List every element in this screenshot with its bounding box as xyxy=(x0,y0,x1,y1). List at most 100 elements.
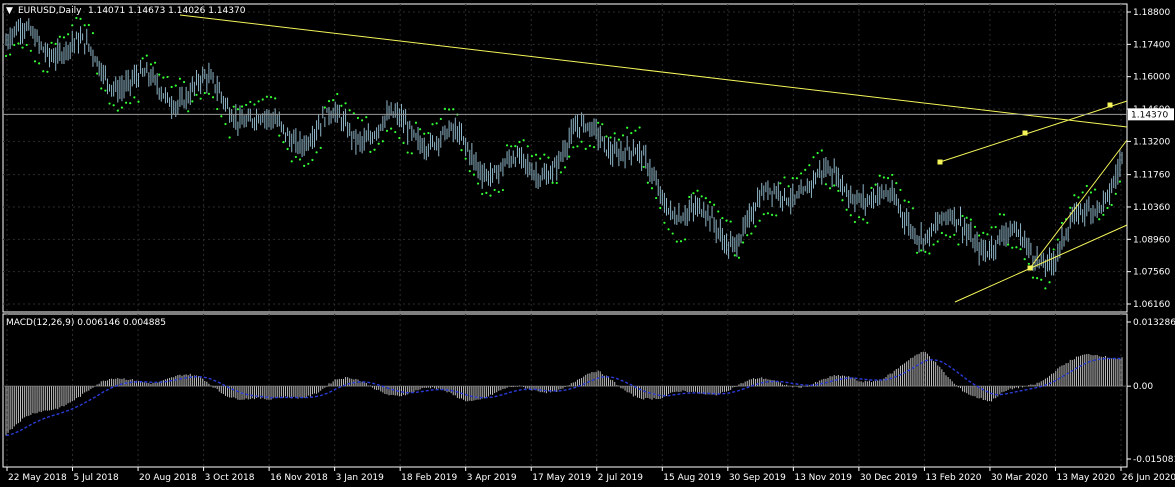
sar-dot xyxy=(870,186,873,189)
sar-dot xyxy=(936,240,939,243)
sar-dot xyxy=(17,42,20,45)
sar-dot xyxy=(609,136,612,139)
macd-tick-label: 0.00 xyxy=(1133,382,1153,392)
sar-dot xyxy=(895,182,898,185)
x-tick-label: 3 Oct 2018 xyxy=(205,473,255,483)
symbol-label: EURUSD,Daily xyxy=(18,6,82,16)
sar-dot xyxy=(1002,213,1006,216)
sar-dot xyxy=(1069,206,1072,209)
sar-dot xyxy=(365,116,368,119)
sar-dot xyxy=(133,96,136,99)
sar-dot xyxy=(588,144,591,147)
trendline-handle[interactable] xyxy=(1107,102,1113,108)
sar-dot xyxy=(903,199,906,202)
sar-dot xyxy=(38,62,41,65)
trendline-handle[interactable] xyxy=(1022,130,1028,136)
price-tick-label: 1.08960 xyxy=(1133,235,1170,245)
sar-dot xyxy=(915,251,919,254)
sar-dot xyxy=(269,95,273,99)
x-tick-label: 13 May 2020 xyxy=(1056,473,1115,483)
sar-dot xyxy=(75,16,78,20)
sar-dot xyxy=(13,43,16,47)
sar-dot xyxy=(1102,213,1105,216)
x-tick-label: 17 May 2019 xyxy=(532,473,591,483)
sar-dot xyxy=(808,164,811,167)
sar-dot xyxy=(617,138,620,141)
sar-dot xyxy=(290,160,293,163)
sar-dot xyxy=(688,195,691,199)
collapse-triangle-icon[interactable]: ▼ xyxy=(6,6,13,16)
sar-dot xyxy=(336,92,339,96)
sar-dot xyxy=(394,130,397,134)
sar-dot xyxy=(1056,238,1059,241)
trendline-handle[interactable] xyxy=(937,159,943,165)
price-tick-label: 1.13200 xyxy=(1133,137,1170,147)
sar-dot xyxy=(729,220,732,223)
sar-dot xyxy=(973,225,977,228)
sar-dot xyxy=(4,54,8,58)
sar-dot xyxy=(998,213,1001,216)
sar-dot xyxy=(1114,192,1117,195)
sar-dot xyxy=(278,134,281,137)
x-tick-label: 26 Jun 2020 xyxy=(1122,473,1175,483)
sar-dot xyxy=(630,131,633,135)
sar-dot xyxy=(1015,246,1018,249)
sar-dot xyxy=(770,213,774,217)
sar-dot xyxy=(481,192,484,196)
sar-dot xyxy=(50,41,53,44)
sar-dot xyxy=(1060,221,1064,225)
sar-dot xyxy=(733,254,736,257)
sar-dot xyxy=(584,147,587,150)
sar-dot xyxy=(460,149,463,152)
price-tick-label: 1.06160 xyxy=(1133,300,1170,310)
sar-dot xyxy=(203,91,206,95)
trendline-handle[interactable] xyxy=(1027,265,1033,271)
sar-dot xyxy=(1106,206,1109,210)
sar-dot xyxy=(91,32,95,35)
sar-dot xyxy=(812,156,815,159)
sar-dot xyxy=(116,109,119,112)
sar-dot xyxy=(766,212,770,215)
sar-dot xyxy=(373,148,376,151)
sar-dot xyxy=(750,232,753,235)
sar-dot xyxy=(369,150,372,153)
sar-dot xyxy=(679,240,683,243)
sar-dot xyxy=(659,206,662,210)
sar-dot xyxy=(704,197,707,200)
sar-dot xyxy=(969,218,972,221)
sar-dot xyxy=(592,146,596,149)
sar-dot xyxy=(932,243,935,246)
sar-dot xyxy=(882,176,885,179)
sar-dot xyxy=(949,235,952,238)
sar-dot xyxy=(853,220,857,224)
x-tick-label: 13 Nov 2019 xyxy=(794,473,852,483)
sar-dot xyxy=(799,172,803,175)
sar-dot xyxy=(924,250,927,253)
sar-dot xyxy=(377,142,380,145)
sar-dot xyxy=(158,73,161,76)
sar-dot xyxy=(534,153,538,156)
trading-chart[interactable]: 1.14370 1.188001.174001.160001.146001.13… xyxy=(0,0,1175,487)
sar-dot xyxy=(265,95,268,98)
sar-dot xyxy=(427,131,430,135)
sar-dot xyxy=(83,24,86,27)
sar-dot xyxy=(634,129,637,132)
sar-dot xyxy=(779,182,782,185)
sar-dot xyxy=(857,216,861,219)
sar-dot xyxy=(108,102,111,105)
sar-dot xyxy=(841,199,844,202)
sar-dot xyxy=(153,61,157,64)
sar-dot xyxy=(87,23,90,27)
sar-dot xyxy=(613,132,616,135)
sar-dot xyxy=(824,183,828,186)
sar-dot xyxy=(820,149,823,152)
sar-dot xyxy=(696,189,699,192)
sar-dot xyxy=(621,134,625,137)
sar-dot xyxy=(886,177,890,180)
sar-dot xyxy=(1052,248,1055,251)
sar-dot xyxy=(505,144,509,147)
sar-dot xyxy=(435,122,438,125)
sar-dot xyxy=(100,87,103,90)
sar-dot xyxy=(1023,257,1026,261)
sar-dot xyxy=(1048,281,1051,284)
